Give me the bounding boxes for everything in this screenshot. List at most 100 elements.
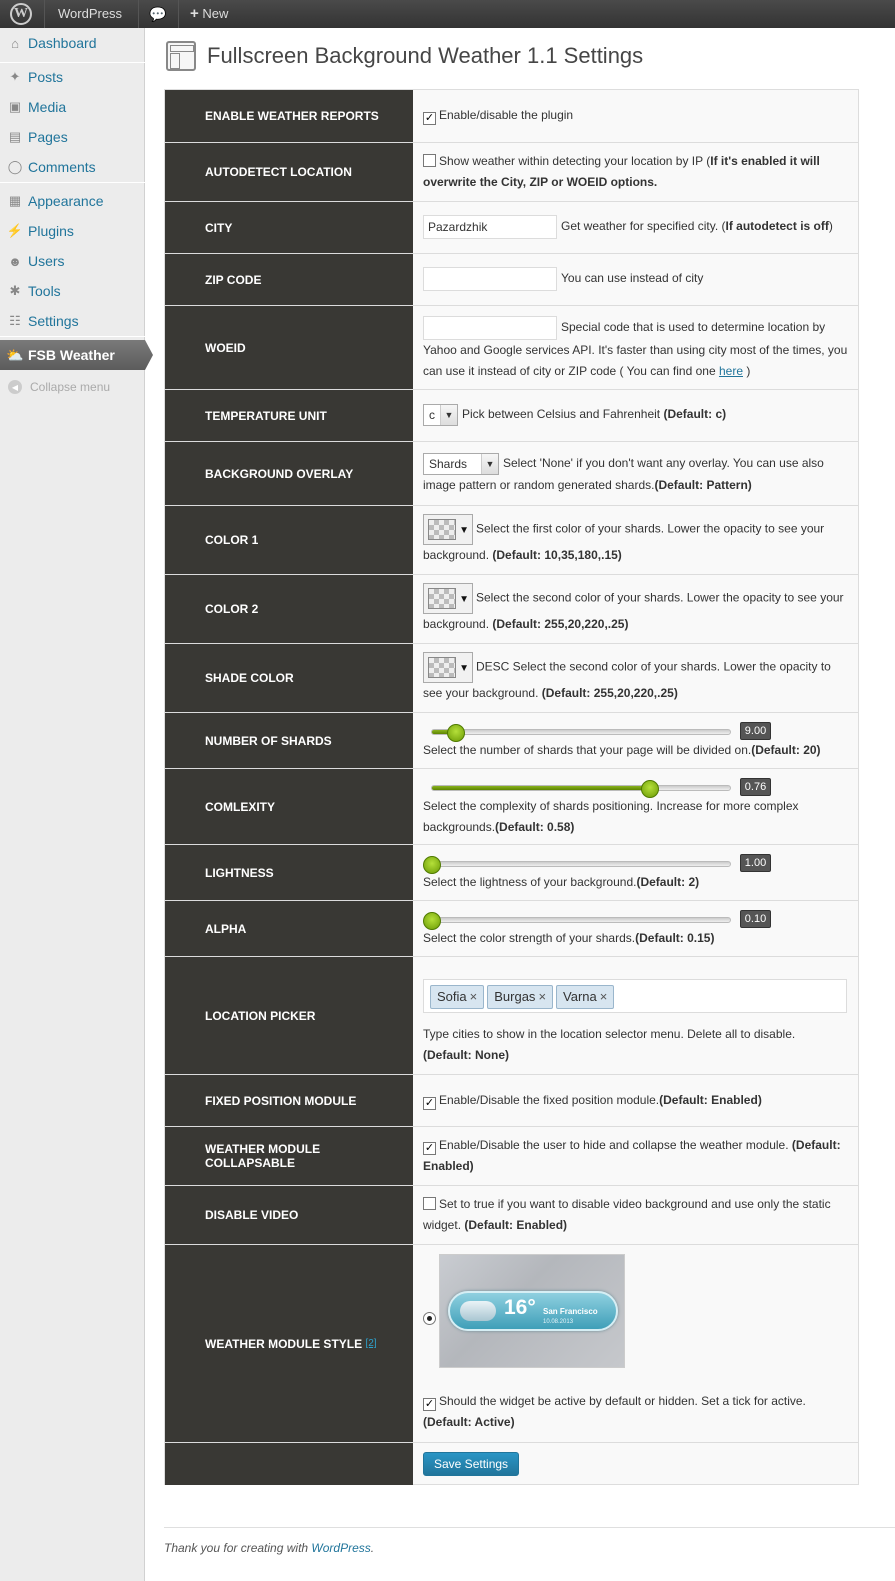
menu-label: Media (28, 99, 67, 115)
menu-pages[interactable]: ▤ Pages (0, 122, 145, 152)
option-description: Select the complexity of shards position… (423, 796, 848, 838)
complexity-slider[interactable] (431, 780, 731, 798)
save-settings-button[interactable]: Save Settings (423, 1452, 520, 1476)
menu-label: Appearance (28, 193, 104, 209)
alpha-value-badge: 0.10 (740, 910, 771, 928)
menu-posts[interactable]: ✦ Posts (0, 62, 145, 92)
tools-icon: ✱ (9, 283, 21, 298)
footer-wordpress-link[interactable]: WordPress (311, 1541, 370, 1555)
row-label: Alpha (165, 901, 413, 956)
separator (178, 0, 179, 28)
users-icon: ☻ (8, 253, 22, 269)
menu-tools[interactable]: ✱ Tools (0, 276, 145, 306)
autodetect-checkbox[interactable] (423, 154, 436, 167)
row-value: 16° San Francisco 10.08.2013 ✓ Should the… (413, 1245, 858, 1442)
module-style-radio[interactable] (423, 1312, 436, 1325)
row-complexity: Comlexity 0.76 Select the complexity of … (165, 769, 858, 845)
remove-tag-icon[interactable]: × (470, 989, 478, 1004)
collapsable-checkbox[interactable]: ✓ (423, 1142, 436, 1155)
row-alpha: Alpha 0.10 Select the color strength of … (165, 901, 858, 957)
color1-picker[interactable]: ▼ (423, 514, 473, 545)
tag-label: Varna (563, 989, 597, 1004)
city-input[interactable]: Pazardzhik (423, 215, 557, 239)
row-weather-module-style: Weather module style [2] 16° San Francis… (165, 1245, 858, 1443)
menu-comments[interactable]: ◯ Comments (0, 152, 145, 182)
admin-sidebar: ⌂ Dashboard ✦ Posts ▣ Media ▤ Pages ◯ Comment… (0, 28, 153, 1581)
location-tag[interactable]: Varna × (556, 985, 615, 1009)
menu-divider (0, 336, 145, 337)
disable-video-checkbox[interactable] (423, 1197, 436, 1210)
enable-plugin-checkbox[interactable]: ✓ (423, 112, 436, 125)
option-text: You can use instead of city (561, 271, 704, 286)
location-tag[interactable]: Burgas × (487, 985, 554, 1009)
option-text: Enable/Disable the fixed position module… (439, 1093, 660, 1107)
option-description: Select the lightness of your background.… (423, 872, 699, 893)
row-label: Color 2 (165, 575, 413, 643)
lightness-value-badge: 1.00 (740, 854, 771, 872)
caret-down-icon: ▼ (459, 525, 469, 536)
alpha-slider[interactable] (423, 912, 731, 930)
menu-plugins[interactable]: ⚡ Plugins (0, 216, 145, 246)
background-overlay-select[interactable]: Shards ▼ (423, 453, 499, 475)
option-default: (Default: 255,20,220,.25) (541, 686, 678, 700)
chevron-down-icon: ▼ (481, 454, 498, 474)
row-label: WOEID (165, 306, 413, 389)
wordpress-logo-icon[interactable]: W (10, 3, 32, 25)
row-value: ✓ Enable/disable the plugin (413, 90, 858, 142)
select-value: Shards (429, 457, 468, 471)
shards-slider[interactable] (431, 724, 731, 742)
row-value: 9.00 Select the number of shards that yo… (413, 713, 858, 768)
slider-fill (432, 786, 650, 790)
menu-label: Tools (28, 283, 61, 299)
menu-settings[interactable]: ☷ Settings (0, 306, 145, 336)
location-tag[interactable]: Sofia × (430, 985, 485, 1009)
site-name-link[interactable]: WordPress (58, 0, 122, 28)
row-value: ▼ Select the first color of your shards. … (413, 506, 858, 574)
row-value: ▼ DESC Select the second color of your sh… (413, 644, 858, 712)
option-text: Select the first color of your shards. L… (423, 521, 825, 562)
tag-label: Burgas (494, 989, 536, 1004)
separator (138, 0, 139, 28)
admin-bar: W WordPress 💬 + New (0, 0, 895, 28)
location-tags-input[interactable]: Sofia × Burgas × Varna × (423, 979, 847, 1013)
row-save: Save Settings (165, 1443, 858, 1485)
new-content-button[interactable]: + New (190, 0, 228, 28)
preview-date: 10.08.2013 (543, 1319, 574, 1325)
shade-color-picker[interactable]: ▼ (423, 652, 473, 683)
footer: Thank you for creating with WordPress. (164, 1541, 374, 1555)
option-default: (Default: c) (663, 407, 727, 422)
row-label: Comlexity (165, 769, 413, 844)
option-default: (Default: 0.58) (495, 820, 575, 834)
option-default: If autodetect is off (725, 219, 829, 234)
row-color-1: Color 1 ▼ Select the first color of your … (165, 506, 858, 575)
option-default: (Default: 10,35,180,.15) (492, 548, 622, 562)
settings-icon: ☷ (9, 313, 21, 328)
temperature-unit-select[interactable]: c ▼ (423, 404, 458, 426)
woeid-here-link[interactable]: here (719, 364, 743, 378)
collapse-menu-button[interactable]: ◀ Collapse menu (0, 377, 145, 397)
remove-tag-icon[interactable]: × (538, 989, 546, 1004)
row-zip-code: ZIP code You can use instead of city (165, 254, 858, 306)
row-enable-weather-reports: Enable weather reports ✓ Enable/disable t… (165, 90, 858, 143)
menu-media[interactable]: ▣ Media (0, 92, 145, 122)
menu-appearance[interactable]: ▦ Appearance (0, 186, 145, 216)
color2-picker[interactable]: ▼ (423, 583, 473, 614)
speech-bubble-icon[interactable]: 💬 (149, 0, 166, 28)
active-by-default-checkbox[interactable]: ✓ (423, 1398, 436, 1411)
menu-label: Plugins (28, 223, 74, 239)
weather-icon: ⛅ (6, 346, 24, 363)
menu-dashboard[interactable]: ⌂ Dashboard (0, 28, 145, 58)
menu-users[interactable]: ☻ Users (0, 246, 145, 276)
option-default: (Default: 20) (751, 743, 821, 757)
menu-fsb-weather[interactable]: ⛅ FSB Weather (0, 340, 153, 370)
complexity-value-badge: 0.76 (740, 778, 771, 796)
zip-input[interactable] (423, 267, 557, 291)
module-style-help-link[interactable]: [2] (365, 1338, 376, 1349)
menu-label: Users (28, 253, 65, 269)
woeid-input[interactable] (423, 316, 557, 340)
fixed-position-checkbox[interactable]: ✓ (423, 1097, 436, 1110)
remove-tag-icon[interactable]: × (600, 989, 608, 1004)
row-disable-video: Disable video Set to true if you want to… (165, 1186, 858, 1245)
row-value: ✓ Enable/Disable the fixed position modul… (413, 1075, 858, 1126)
lightness-slider[interactable] (423, 856, 731, 874)
